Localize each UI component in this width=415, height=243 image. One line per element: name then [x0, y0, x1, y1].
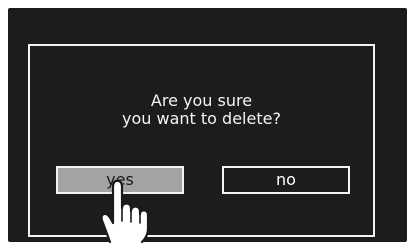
dialog-message-line-2: you want to delete? — [122, 109, 281, 128]
dialog-message: Are you sure you want to delete? — [30, 92, 373, 128]
device-screen: Are you sure you want to delete? yes no — [8, 8, 407, 242]
no-button[interactable]: no — [222, 166, 350, 194]
delete-confirmation-dialog: Are you sure you want to delete? yes no — [28, 44, 375, 237]
dialog-message-line-1: Are you sure — [150, 91, 253, 110]
pointing-hand-icon — [100, 179, 150, 243]
